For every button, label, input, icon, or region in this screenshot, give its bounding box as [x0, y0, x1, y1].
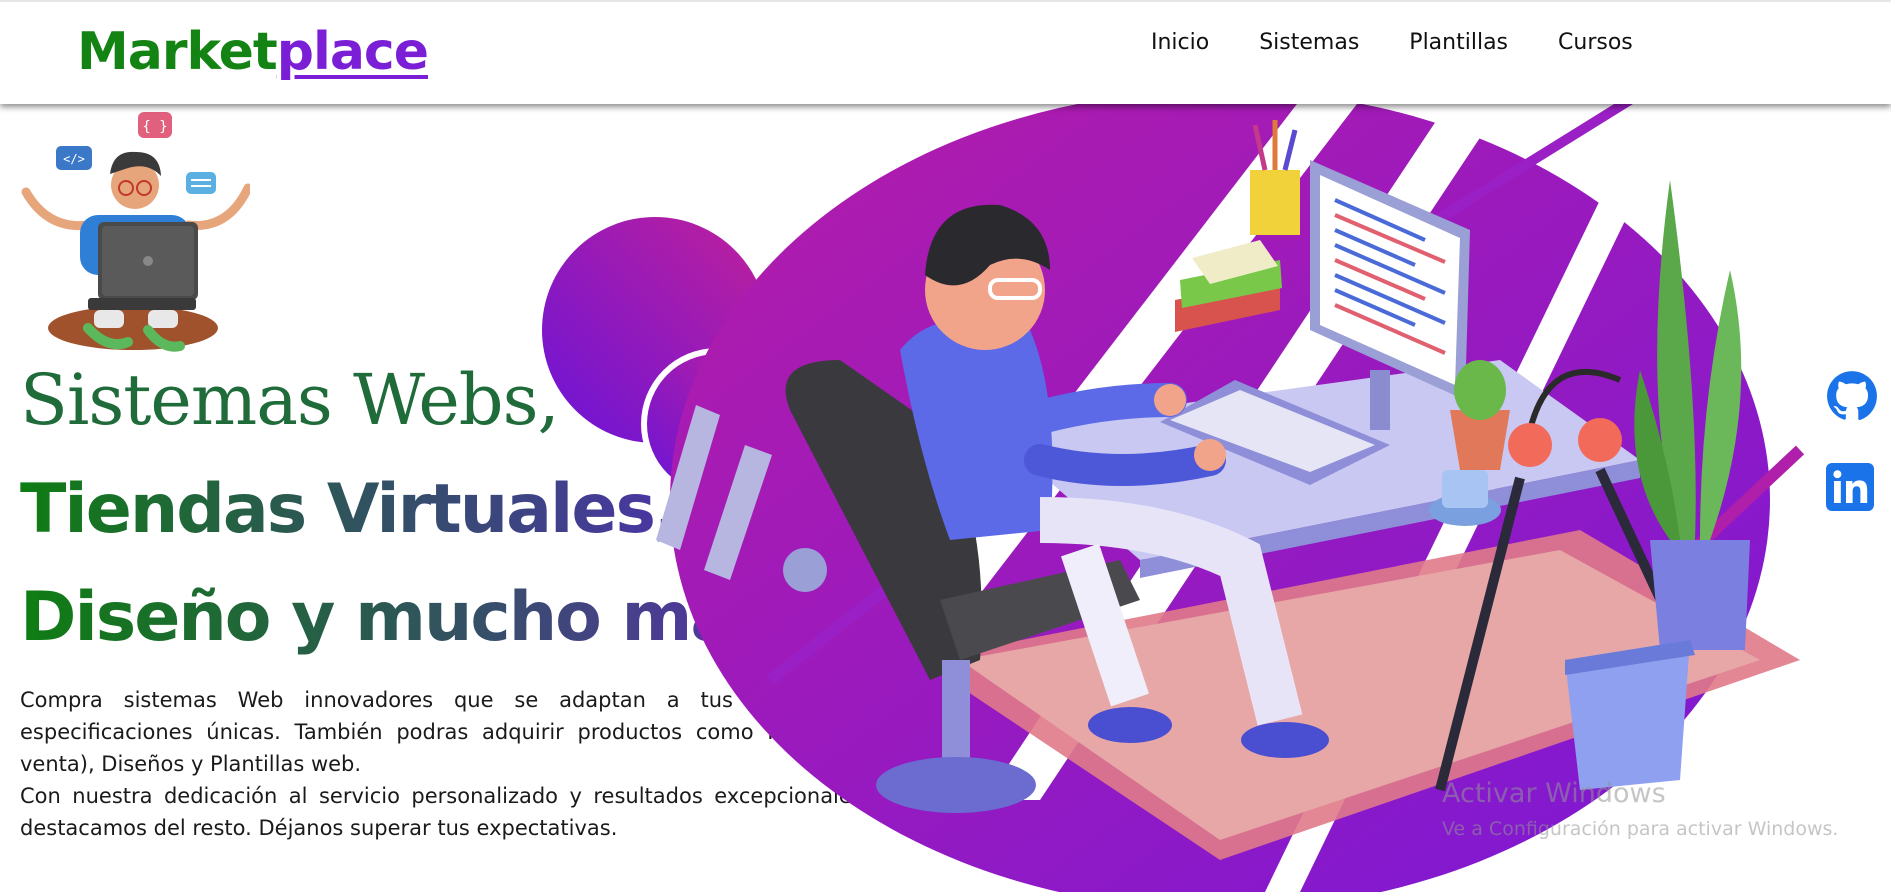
site-header: Marketplace Inicio Sistemas Plantillas C…	[0, 0, 1891, 104]
nav-item-cursos[interactable]: Cursos	[1558, 28, 1633, 58]
developer-workspace-illustration	[542, 100, 1805, 892]
nav-item-plantillas[interactable]: Plantillas	[1409, 28, 1508, 58]
nav-item-sistemas[interactable]: Sistemas	[1259, 28, 1359, 58]
svg-text:{ }: { }	[142, 119, 167, 135]
linkedin-icon[interactable]	[1826, 463, 1874, 511]
brand-logo-part2: place	[276, 22, 429, 82]
github-icon[interactable]	[1826, 370, 1878, 422]
developer-avatar-illustration: { } </>	[21, 112, 250, 352]
windows-activation-title: Activar Windows	[1442, 778, 1666, 809]
svg-text:</>: </>	[63, 152, 85, 166]
main-nav: Inicio Sistemas Plantillas Cursos	[1151, 28, 1683, 58]
nav-item-inicio[interactable]: Inicio	[1151, 28, 1209, 58]
windows-activation-subtitle: Ve a Configuración para activar Windows.	[1442, 818, 1839, 840]
brand-logo[interactable]: Marketplace	[77, 20, 429, 84]
brand-logo-part1: Market	[77, 22, 278, 82]
hero-heading-line1: Sistemas Webs,	[20, 359, 560, 441]
